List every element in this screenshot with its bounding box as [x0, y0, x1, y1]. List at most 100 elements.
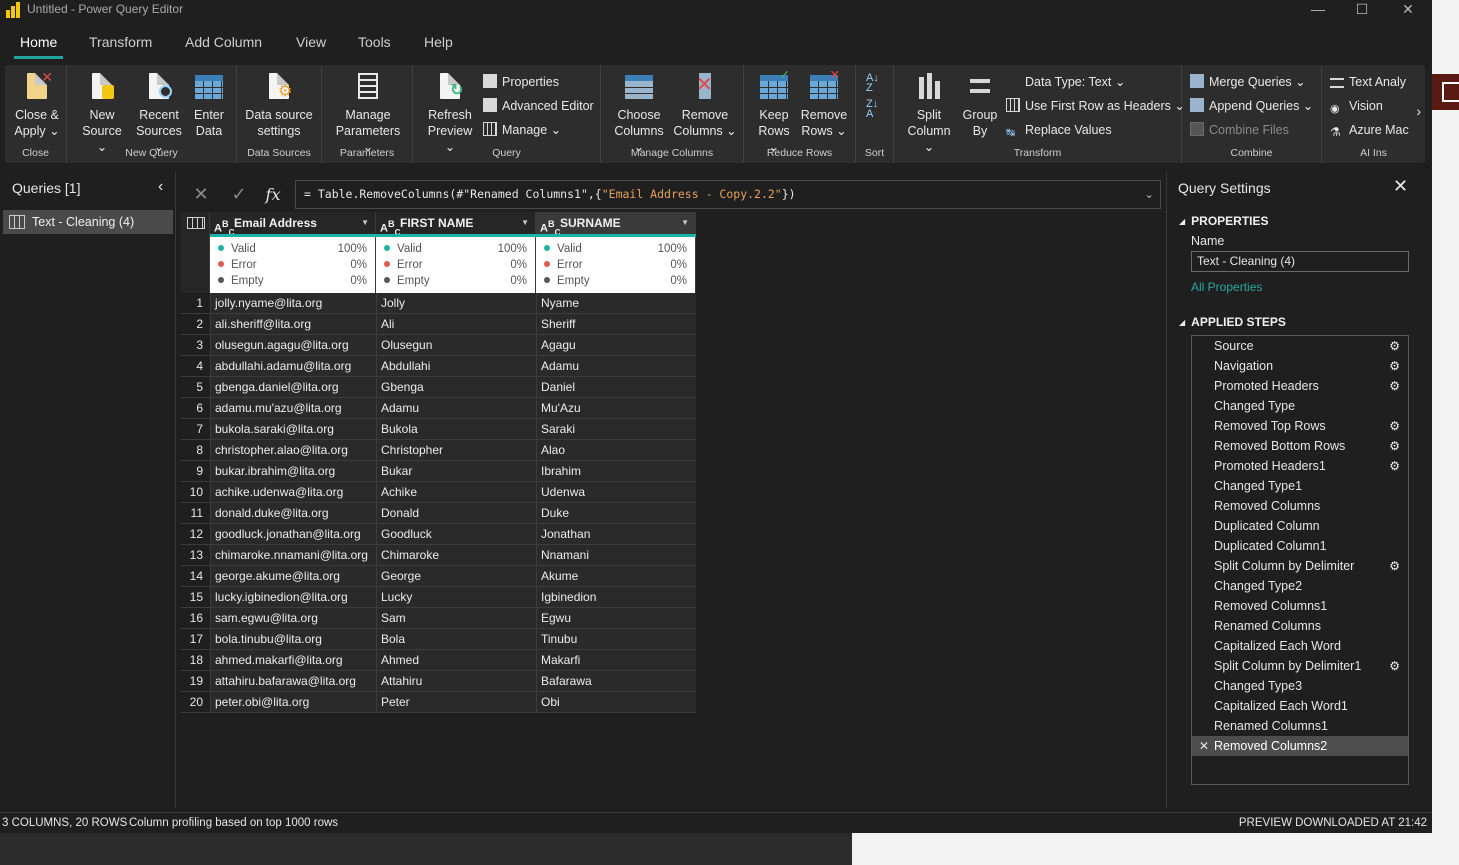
remove-columns-button[interactable]: ✕ Remove Columns ⌄ [673, 71, 737, 139]
manage-parameters-button[interactable]: Manage Parameters ⌄ [330, 71, 406, 155]
table-cell[interactable]: Obi [536, 692, 696, 712]
table-cell[interactable]: bola.tinubu@lita.org [210, 629, 376, 649]
table-cell[interactable]: Bukola [376, 419, 536, 439]
merge-queries-button[interactable]: Merge Queries ⌄ [1190, 73, 1306, 91]
step-settings-gear-icon[interactable]: ⚙ [1389, 556, 1400, 576]
applied-step[interactable]: Promoted Headers1 ⚙ [1192, 456, 1408, 476]
applied-step[interactable]: Renamed Columns1 [1192, 716, 1408, 736]
table-cell[interactable]: Saraki [536, 419, 696, 439]
table-cell[interactable]: Agagu [536, 335, 696, 355]
row-number[interactable]: 12 [181, 524, 210, 544]
applied-step[interactable]: Removed Columns [1192, 496, 1408, 516]
table-cell[interactable]: Adamu [376, 398, 536, 418]
table-cell[interactable]: sam.egwu@lita.org [210, 608, 376, 628]
commit-formula-icon[interactable]: ✓ [221, 180, 257, 209]
table-cell[interactable]: Daniel [536, 377, 696, 397]
column-header-email[interactable]: ABC Email Address ▼ [210, 212, 376, 237]
applied-step[interactable]: Changed Type1 [1192, 476, 1408, 496]
table-cell[interactable]: bukar.ibrahim@lita.org [210, 461, 376, 481]
row-number[interactable]: 1 [181, 293, 210, 313]
table-cell[interactable]: Ibrahim [536, 461, 696, 481]
table-cell[interactable]: Nnamani [536, 545, 696, 565]
table-cell[interactable]: Sheriff [536, 314, 696, 334]
table-cell[interactable]: Igbinedion [536, 587, 696, 607]
table-cell[interactable]: Goodluck [376, 524, 536, 544]
table-cell[interactable]: Donald [376, 503, 536, 523]
table-cell[interactable]: Olusegun [376, 335, 536, 355]
filter-dropdown-icon[interactable]: ▼ [521, 212, 529, 234]
table-cell[interactable]: Mu'Azu [536, 398, 696, 418]
applied-step[interactable]: Changed Type2 [1192, 576, 1408, 596]
data-type-dropdown[interactable]: Data Type: Text ⌄ [1025, 73, 1125, 91]
table-cell[interactable]: Akume [536, 566, 696, 586]
table-cell[interactable]: Makarfi [536, 650, 696, 670]
close-apply-button[interactable]: ✕ Close & Apply ⌄ [11, 69, 63, 139]
table-cell[interactable]: ali.sheriff@lita.org [210, 314, 376, 334]
row-number[interactable]: 14 [181, 566, 210, 586]
refresh-preview-button[interactable]: ↻ Refresh Preview ⌄ [421, 71, 479, 155]
applied-step[interactable]: Changed Type [1192, 396, 1408, 416]
table-cell[interactable]: Alao [536, 440, 696, 460]
row-number[interactable]: 20 [181, 692, 210, 712]
row-number[interactable]: 4 [181, 356, 210, 376]
table-cell[interactable]: Bukar [376, 461, 536, 481]
row-number[interactable]: 8 [181, 440, 210, 460]
profiling-info[interactable]: Column profiling based on top 1000 rows [129, 813, 338, 833]
applied-step[interactable]: Removed Top Rows ⚙ [1192, 416, 1408, 436]
row-number[interactable]: 9 [181, 461, 210, 481]
sort-ascending-button[interactable]: A↓ Z [866, 73, 879, 94]
tab-transform[interactable]: Transform [89, 34, 152, 50]
row-number[interactable]: 15 [181, 587, 210, 607]
row-number[interactable]: 3 [181, 335, 210, 355]
manage-query-button[interactable]: Manage ⌄ [483, 121, 561, 139]
applied-step[interactable]: Renamed Columns [1192, 616, 1408, 636]
table-cell[interactable]: Lucky [376, 587, 536, 607]
azure-ml-button[interactable]: ⚗ Azure Mac [1330, 121, 1409, 139]
tab-add-column[interactable]: Add Column [185, 34, 262, 50]
append-queries-button[interactable]: Append Queries ⌄ [1190, 97, 1313, 115]
table-cell[interactable]: goodluck.jonathan@lita.org [210, 524, 376, 544]
row-number[interactable]: 11 [181, 503, 210, 523]
table-cell[interactable]: bukola.saraki@lita.org [210, 419, 376, 439]
table-cell[interactable]: donald.duke@lita.org [210, 503, 376, 523]
applied-step[interactable]: Changed Type3 [1192, 676, 1408, 696]
properties-section-header[interactable]: ◢ PROPERTIES [1179, 214, 1269, 228]
tab-home[interactable]: Home [13, 34, 64, 59]
table-cell[interactable]: Sam [376, 608, 536, 628]
vision-button[interactable]: ◉ Vision [1330, 97, 1383, 115]
row-number[interactable]: 17 [181, 629, 210, 649]
table-cell[interactable]: olusegun.agagu@lita.org [210, 335, 376, 355]
formula-input[interactable]: = Table.RemoveColumns(#"Renamed Columns1… [295, 180, 1161, 209]
close-window-button[interactable]: ✕ [1388, 0, 1428, 18]
table-cell[interactable]: Gbenga [376, 377, 536, 397]
cancel-formula-icon[interactable]: ✕ [183, 180, 219, 209]
table-cell[interactable]: Duke [536, 503, 696, 523]
fx-icon[interactable]: fx [255, 180, 291, 209]
row-number[interactable]: 13 [181, 545, 210, 565]
applied-step[interactable]: Removed Columns1 [1192, 596, 1408, 616]
ribbon-scroll-right-icon[interactable]: › [1416, 103, 1421, 119]
new-source-button[interactable]: New Source ⌄ [77, 71, 127, 155]
step-settings-gear-icon[interactable]: ⚙ [1389, 336, 1400, 356]
row-number[interactable]: 7 [181, 419, 210, 439]
applied-step[interactable]: Capitalized Each Word1 [1192, 696, 1408, 716]
table-cell[interactable]: Ali [376, 314, 536, 334]
table-cell[interactable]: jolly.nyame@lita.org [210, 293, 376, 313]
table-cell[interactable]: George [376, 566, 536, 586]
data-source-settings-button[interactable]: ⚙ Data source settings [243, 71, 315, 139]
column-header-first-name[interactable]: ABC FIRST NAME ▼ [376, 212, 536, 237]
recent-sources-button[interactable]: Recent Sources ⌄ [131, 71, 187, 155]
applied-step[interactable]: Promoted Headers ⚙ [1192, 376, 1408, 396]
table-cell[interactable]: attahiru.bafarawa@lita.org [210, 671, 376, 691]
close-settings-icon[interactable]: ✕ [1393, 176, 1408, 197]
applied-step[interactable]: ✕ Removed Columns2 [1192, 736, 1408, 756]
table-cell[interactable]: george.akume@lita.org [210, 566, 376, 586]
text-analytics-button[interactable]: Text Analy [1330, 73, 1406, 91]
tab-view[interactable]: View [296, 34, 326, 50]
table-cell[interactable]: Tinubu [536, 629, 696, 649]
step-settings-gear-icon[interactable]: ⚙ [1389, 456, 1400, 476]
advanced-editor-button[interactable]: Advanced Editor [483, 97, 594, 115]
applied-step[interactable]: Duplicated Column1 [1192, 536, 1408, 556]
row-number[interactable]: 5 [181, 377, 210, 397]
choose-columns-button[interactable]: Choose Columns ⌄ [609, 71, 669, 155]
